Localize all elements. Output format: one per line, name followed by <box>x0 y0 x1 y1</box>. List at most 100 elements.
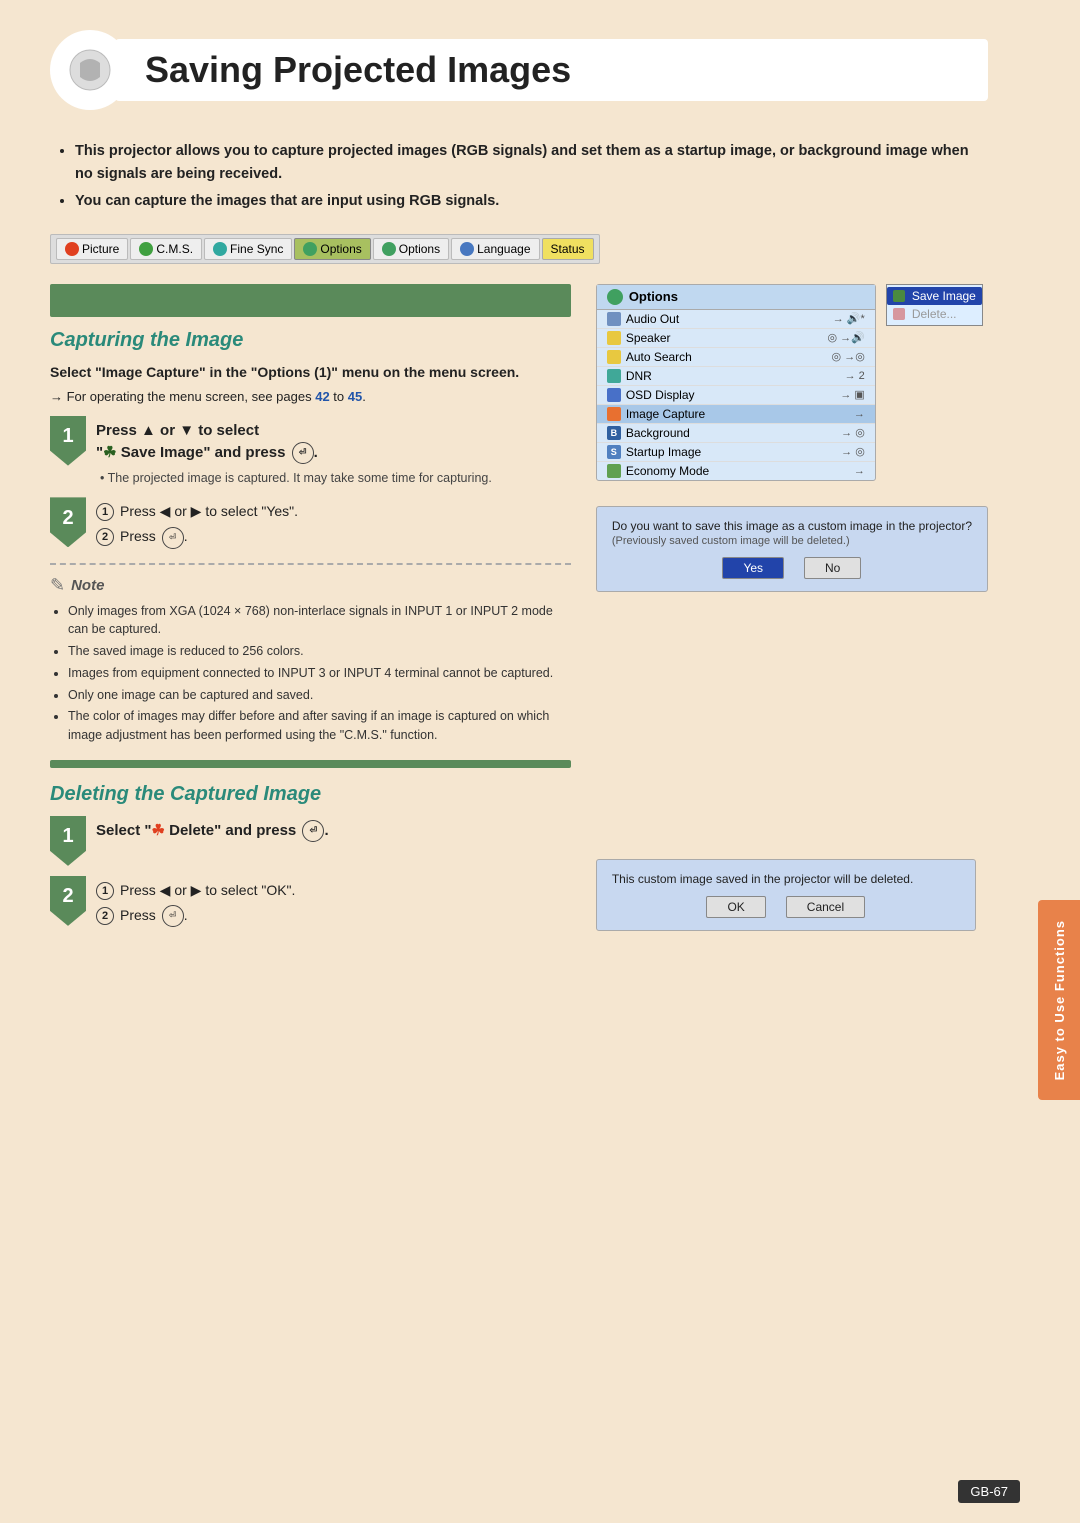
opt-autosearch-icon <box>607 350 621 364</box>
menu-item-language[interactable]: Language <box>451 238 539 260</box>
opt-economy-icon <box>607 464 621 478</box>
options-menu-box: Options Audio Out → 🔊* <box>596 284 876 481</box>
confirm-no-button[interactable]: No <box>804 557 861 579</box>
confirm-yes-button[interactable]: Yes <box>722 557 784 579</box>
confirm-message-1: Do you want to save this image as a cust… <box>612 519 972 533</box>
note-bullet-1: The saved image is reduced to 256 colors… <box>68 642 571 661</box>
popup-delete-label: Delete... <box>912 307 957 321</box>
opt-audio-left: Audio Out <box>607 312 679 326</box>
opt-audio-icon <box>607 312 621 326</box>
delete-sub-step-2: 2 Press ⏎. <box>96 905 571 927</box>
circle-2: 2 <box>96 528 114 546</box>
intro-bullets: This projector allows you to capture pro… <box>50 140 988 214</box>
opt-background-arrow: → ◎ <box>841 426 865 439</box>
title-circle-graphic <box>65 45 115 95</box>
delete-step-1-row: 1 Select "☘ Delete" and press ⏎. <box>50 816 571 866</box>
opt-background-icon: B <box>607 426 621 440</box>
opt-osd-left: OSD Display <box>607 388 695 402</box>
confirm-dialog: Do you want to save this image as a cust… <box>596 506 988 592</box>
intro-bullet-1: This projector allows you to capture pro… <box>75 140 988 186</box>
options-area: Options Audio Out → 🔊* <box>596 284 988 481</box>
popup-delete-item: Delete... <box>887 305 982 323</box>
step-2-content: 1 Press ◀ or ▶ to select "Yes". 2 Press … <box>96 497 571 552</box>
opt-audio-arrow: → 🔊* <box>833 312 865 325</box>
opt-imagecapture-icon <box>607 407 621 421</box>
note-bullets-list: Only images from XGA (1024 × 768) non-in… <box>50 602 571 745</box>
delete-step-2-content: 1 Press ◀ or ▶ to select "OK". 2 Press ⏎… <box>96 876 571 931</box>
opt-autosearch-label: Auto Search <box>626 350 692 364</box>
capture-header-bg <box>62 290 67 310</box>
note-section: ✎ Note Only images from XGA (1024 × 768)… <box>50 563 571 745</box>
title-circle <box>50 30 130 110</box>
popup-save-icon <box>893 290 905 302</box>
menu-options1-label: Options <box>320 242 361 256</box>
step-1-content: Press ▲ or ▼ to select "☘ Save Image" an… <box>96 416 571 488</box>
options-row-imagecapture: Image Capture → <box>597 405 875 424</box>
opt-startup-left: S Startup Image <box>607 445 701 459</box>
main-layout: Capturing the Image Select "Image Captur… <box>50 284 988 932</box>
delete-sub-step-1-text: Press ◀ or ▶ to select "OK". <box>120 880 295 901</box>
delete-circle-2: 2 <box>96 907 114 925</box>
page-container: Easy to Use Functions Saving Projected I… <box>0 0 1080 1523</box>
popup-save-image[interactable]: Save Image <box>887 287 982 305</box>
right-column: Options Audio Out → 🔊* <box>596 284 988 932</box>
capture-arrow-note: → For operating the menu screen, see pag… <box>50 389 571 404</box>
delete-ok-button[interactable]: OK <box>706 896 765 918</box>
opt-economy-arrow: → <box>854 465 865 477</box>
note-bullet-3: Only one image can be captured and saved… <box>68 686 571 705</box>
menu-language-label: Language <box>477 242 530 256</box>
opt-imagecapture-label: Image Capture <box>626 407 705 421</box>
capture-section-header <box>50 284 571 317</box>
save-delete-popup: Save Image Delete... <box>886 284 983 326</box>
opt-background-label: Background <box>626 426 690 440</box>
opt-dnr-arrow: → 2 <box>845 370 865 382</box>
step-2-row: 2 1 Press ◀ or ▶ to select "Yes". 2 Pres… <box>50 497 571 552</box>
options-row-osd: OSD Display → ▣ <box>597 386 875 405</box>
menu-item-cms[interactable]: C.M.S. <box>130 238 202 260</box>
menu-item-picture[interactable]: Picture <box>56 238 128 260</box>
circle-1: 1 <box>96 503 114 521</box>
note-bullet-0: Only images from XGA (1024 × 768) non-in… <box>68 602 571 640</box>
options-row-audio: Audio Out → 🔊* <box>597 310 875 329</box>
menu-picture-label: Picture <box>82 242 119 256</box>
confirm-message-2: (Previously saved custom image will be d… <box>612 535 972 547</box>
options-row-economy: Economy Mode → <box>597 462 875 480</box>
delete-cancel-button[interactable]: Cancel <box>786 896 865 918</box>
options-row-autosearch: Auto Search ◎ →◎ <box>597 348 875 367</box>
section-divider <box>50 760 571 768</box>
step-1-row: 1 Press ▲ or ▼ to select "☘ Save Image" … <box>50 416 571 488</box>
options-row-speaker: Speaker ◎ →🔊 <box>597 329 875 348</box>
menu-item-finesync[interactable]: Fine Sync <box>204 238 292 260</box>
popup-delete-icon <box>893 308 905 320</box>
options-menu-title: Options <box>597 285 875 310</box>
popup-save-label: Save Image <box>912 289 976 303</box>
delete-sub-step-1: 1 Press ◀ or ▶ to select "OK". <box>96 880 571 901</box>
opt-economy-left: Economy Mode <box>607 464 709 478</box>
options-row-background: B Background → ◎ <box>597 424 875 443</box>
page-number-text: GB <box>970 1484 989 1499</box>
menu-item-options1[interactable]: Options <box>294 238 370 260</box>
menu-item-options2[interactable]: Options <box>373 238 449 260</box>
menu-cms-label: C.M.S. <box>156 242 193 256</box>
enter-button-2: ⏎ <box>162 527 184 549</box>
menu-status-label: Status <box>551 242 585 256</box>
delete-dialog-buttons: OK Cancel <box>612 896 960 918</box>
menu-bar: Picture C.M.S. Fine Sync Options Options… <box>50 234 600 264</box>
sub-step-2-1: 1 Press ◀ or ▶ to select "Yes". <box>96 501 571 522</box>
opt-speaker-arrow: ◎ →🔊 <box>827 331 864 344</box>
menu-options2-label: Options <box>399 242 440 256</box>
delete-dialog: This custom image saved in the projector… <box>596 859 976 931</box>
opt-speaker-label: Speaker <box>626 331 671 345</box>
opt-economy-label: Economy Mode <box>626 464 709 478</box>
note-label: Note <box>71 577 104 594</box>
note-icon: ✎ <box>50 575 65 596</box>
opt-imagecapture-left: Image Capture <box>607 407 705 421</box>
link-45[interactable]: 45 <box>348 389 362 404</box>
menu-item-status[interactable]: Status <box>542 238 594 260</box>
sub-step-2-2-text: Press ⏎. <box>120 526 188 548</box>
link-42[interactable]: 42 <box>315 389 329 404</box>
delete-step-2-row: 2 1 Press ◀ or ▶ to select "OK". 2 Press… <box>50 876 571 931</box>
capture-step-bold: Select "Image Capture" in the "Options (… <box>50 362 571 383</box>
options-title-text: Options <box>629 289 678 304</box>
right-tab: Easy to Use Functions <box>1038 900 1080 1100</box>
